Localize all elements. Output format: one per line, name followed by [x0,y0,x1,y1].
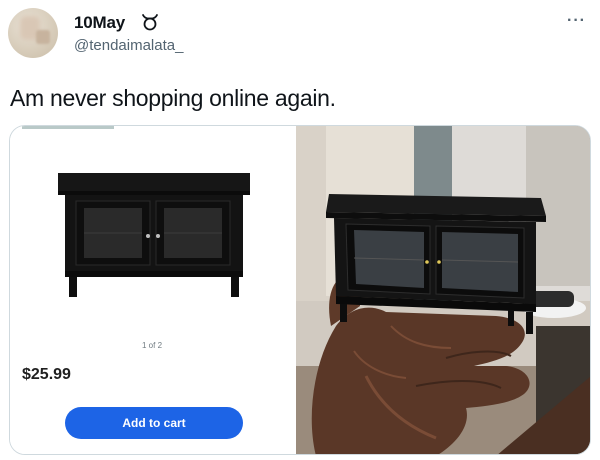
tweet: 10May @tendaimalata_ ··· Am never shoppi… [0,0,600,460]
handle[interactable]: @tendaimalata_ [74,37,183,54]
photo-scene [296,126,590,454]
hand-holding-cabinet-photo[interactable] [296,126,590,454]
media-grid: 1 of 2 $25.99 Add to cart [9,125,591,455]
more-options-icon[interactable]: ··· [567,12,586,30]
product-listing-image[interactable]: 1 of 2 $25.99 Add to cart [10,126,297,454]
price: $25.99 [22,366,71,383]
tv-cabinet-product-image [58,173,250,297]
zodiac-taurus-icon [142,14,158,31]
page-indicator: 1 of 2 [142,341,163,350]
divider [22,126,114,129]
add-to-cart-button[interactable]: Add to cart [65,407,243,439]
avatar[interactable] [8,8,58,58]
display-name[interactable]: 10May [74,13,125,33]
tweet-text: Am never shopping online again. [10,85,336,111]
